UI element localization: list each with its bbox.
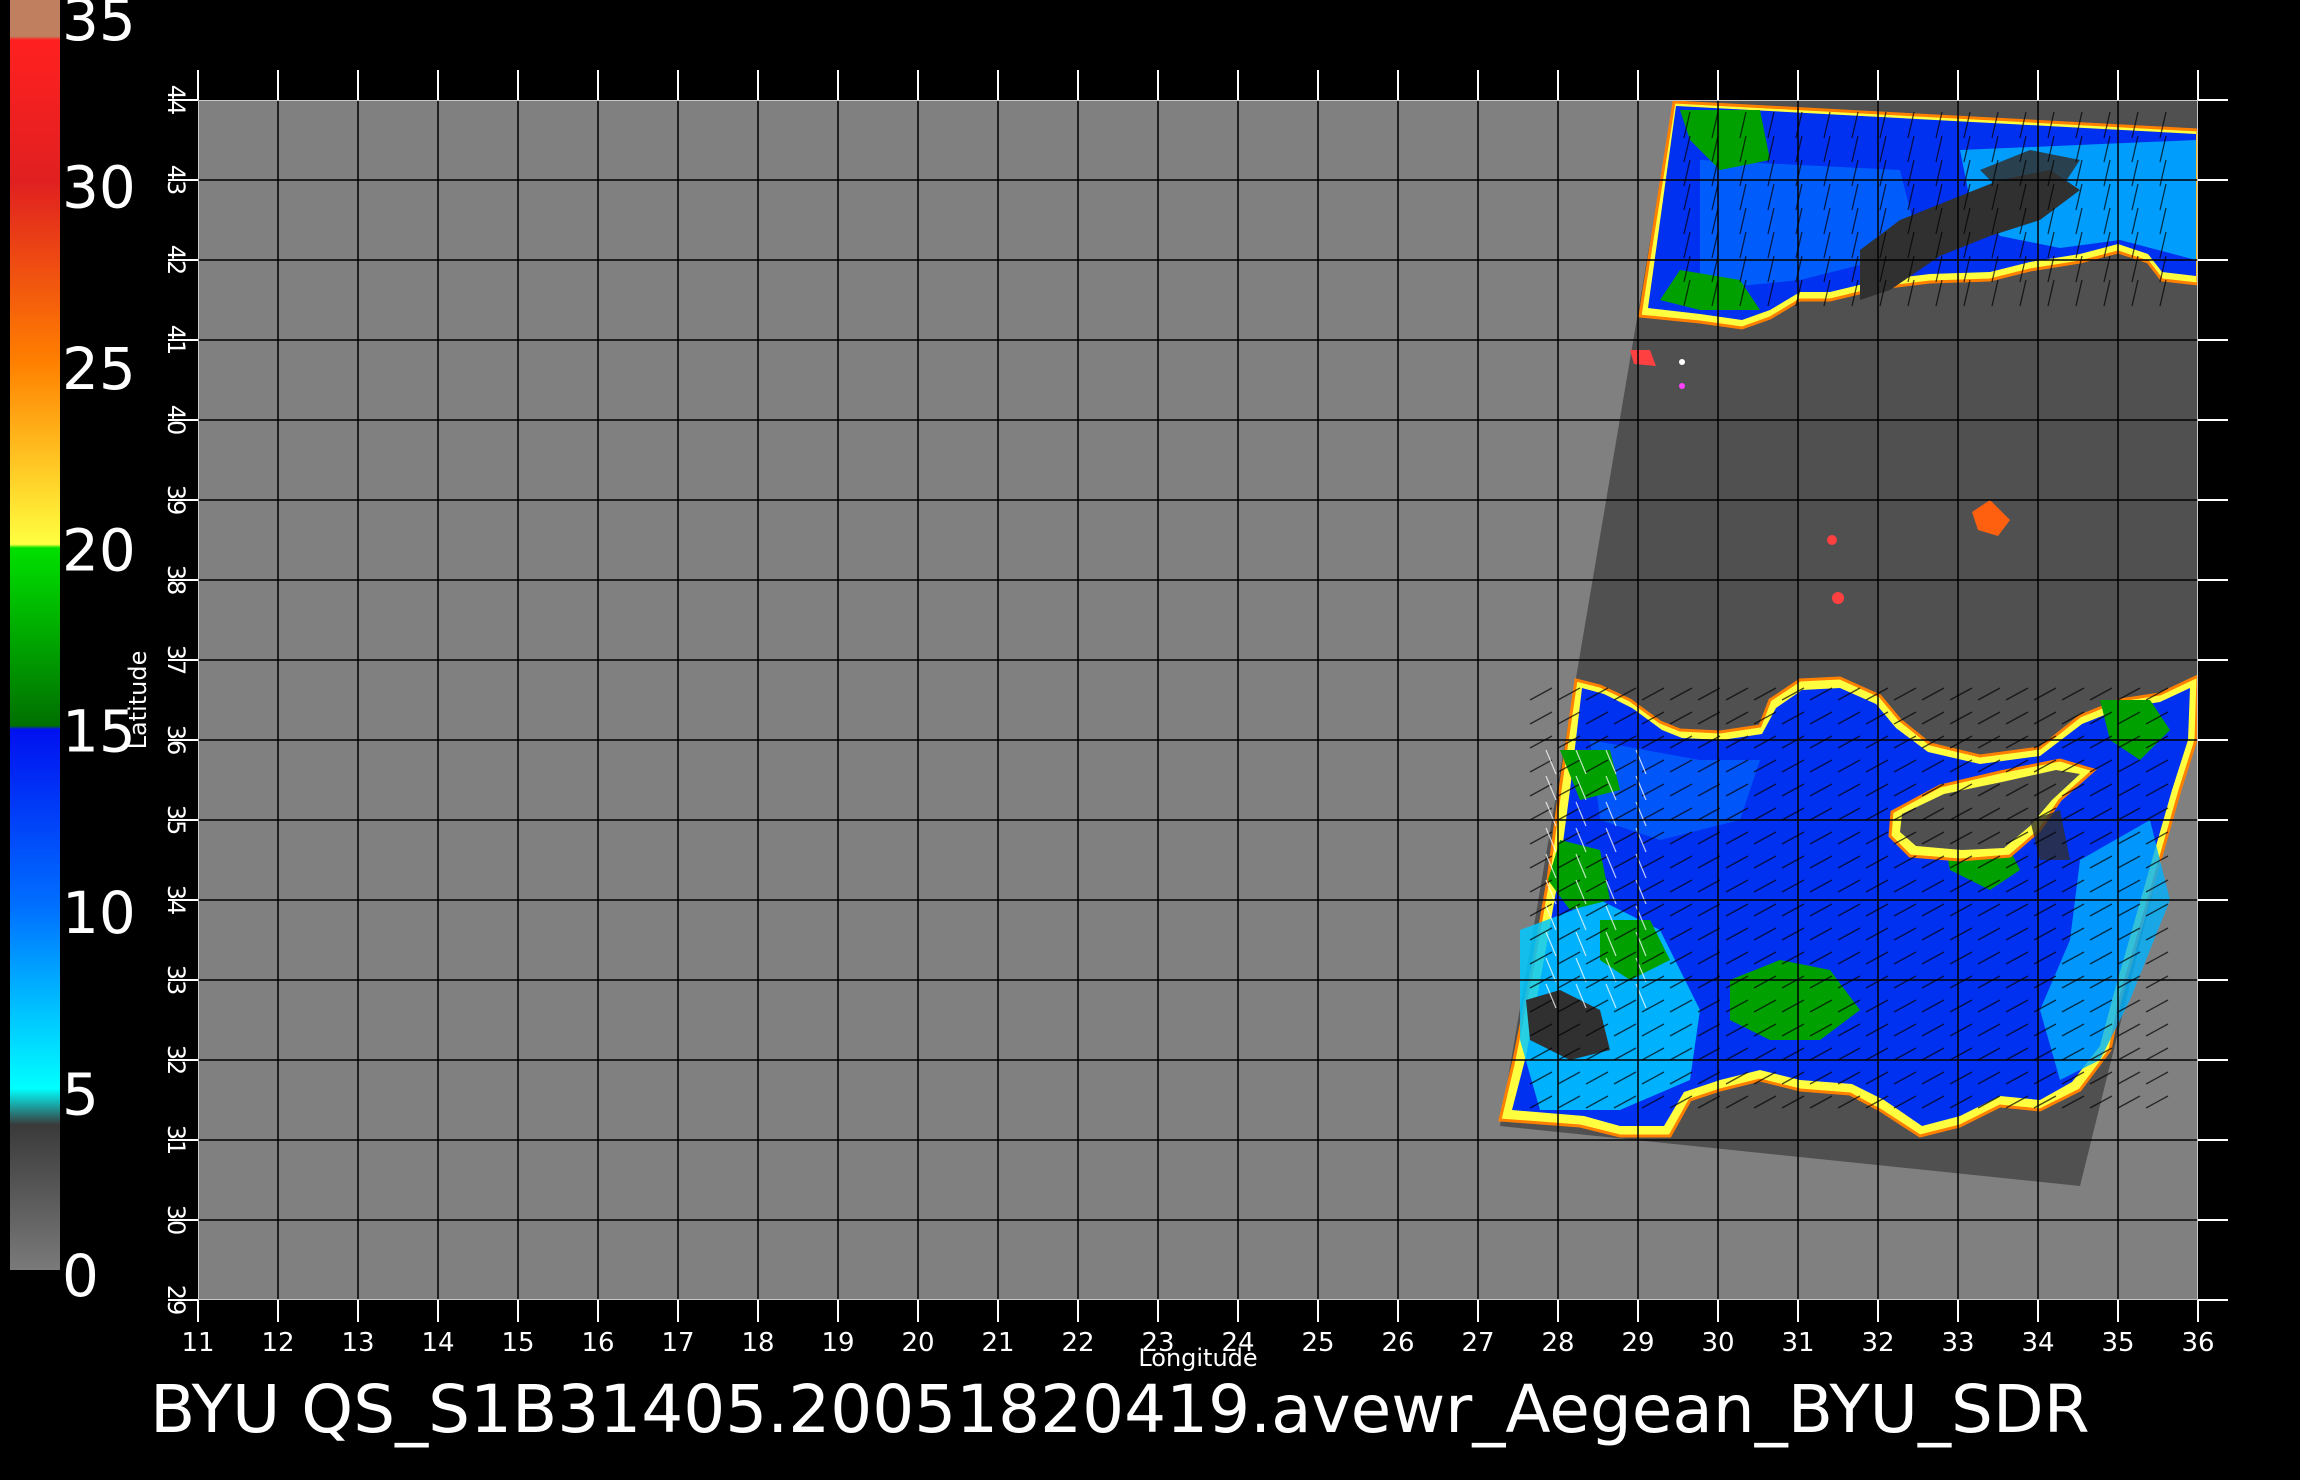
- latitude-tick-label: 40: [162, 405, 190, 436]
- longitude-tick-label: 11: [181, 1328, 214, 1358]
- colorbar-label: 0: [62, 1242, 99, 1310]
- colorbar-label: 25: [62, 335, 136, 403]
- colorbar-label: 20: [62, 516, 136, 584]
- longitude-tick-label: 20: [901, 1328, 934, 1358]
- latitude-tick-label: 35: [162, 805, 190, 836]
- longitude-tick-label: 21: [981, 1328, 1014, 1358]
- map-panel: 11 12 13 14 15 16 17 18 19 20 21 22 23 24 25 26 27 28 29 30…: [124, 70, 2228, 1372]
- feature-dot-3: [1679, 359, 1685, 365]
- longitude-tick-label: 35: [2101, 1328, 2134, 1358]
- latitude-tick-labels: 29 30 31 32 33 34 35 36 37 38 39 40 41 42 43 44: [162, 85, 190, 1316]
- longitude-tick-label: 25: [1301, 1328, 1334, 1358]
- latitude-tick-label: 36: [162, 725, 190, 756]
- wind-map-figure: 35 30 25 20 15 10 5 0 11 12 13 14 15 16 17 18 1…: [10, 0, 2228, 1448]
- latitude-tick-label: 34: [162, 885, 190, 916]
- image-title: BYU QS_S1B31405.20051820419.avewr_Aegean…: [150, 1371, 2090, 1448]
- feature-dot-4: [1679, 383, 1685, 389]
- longitude-tick-label: 34: [2021, 1328, 2054, 1358]
- longitude-tick-label: 19: [821, 1328, 854, 1358]
- latitude-tick-label: 37: [162, 645, 190, 676]
- latitude-tick-label: 39: [162, 485, 190, 516]
- longitude-tick-label: 30: [1701, 1328, 1734, 1358]
- colorbar-strip: [10, 0, 60, 1270]
- colorbar-label: 30: [62, 153, 136, 221]
- latitude-tick-label: 33: [162, 965, 190, 996]
- colorbar-label: 10: [62, 879, 136, 947]
- longitude-tick-label: 14: [421, 1328, 454, 1358]
- longitude-tick-label: 32: [1861, 1328, 1894, 1358]
- latitude-tick-label: 31: [162, 1125, 190, 1156]
- longitude-tick-label: 29: [1621, 1328, 1654, 1358]
- longitude-tick-label: 18: [741, 1328, 774, 1358]
- latitude-tick-label: 29: [162, 1285, 190, 1316]
- latitude-tick-label: 41: [162, 325, 190, 356]
- latitude-tick-label: 43: [162, 165, 190, 196]
- longitude-tick-label: 28: [1541, 1328, 1574, 1358]
- longitude-tick-label: 26: [1381, 1328, 1414, 1358]
- latitude-tick-label: 44: [162, 85, 190, 116]
- latitude-tick-label: 38: [162, 565, 190, 596]
- colorbar-label: 5: [62, 1061, 99, 1129]
- y-axis-label: Latitude: [124, 651, 152, 750]
- longitude-tick-label: 31: [1781, 1328, 1814, 1358]
- longitude-tick-label: 33: [1941, 1328, 1974, 1358]
- longitude-tick-label: 12: [261, 1328, 294, 1358]
- longitude-tick-label: 36: [2181, 1328, 2214, 1358]
- feature-dot-2: [1832, 592, 1844, 604]
- feature-dot-1: [1827, 535, 1837, 545]
- longitude-tick-label: 15: [501, 1328, 534, 1358]
- longitude-tick-label: 22: [1061, 1328, 1094, 1358]
- longitude-tick-label: 13: [341, 1328, 374, 1358]
- colorbar: 35302520151050: [10, 0, 136, 1310]
- longitude-tick-label: 17: [661, 1328, 694, 1358]
- latitude-tick-label: 30: [162, 1205, 190, 1236]
- latitude-tick-label: 32: [162, 1045, 190, 1076]
- longitude-tick-label: 27: [1461, 1328, 1494, 1358]
- latitude-tick-label: 42: [162, 245, 190, 276]
- x-axis-label: Longitude: [1138, 1344, 1257, 1372]
- colorbar-label: 35: [62, 0, 136, 54]
- longitude-tick-label: 16: [581, 1328, 614, 1358]
